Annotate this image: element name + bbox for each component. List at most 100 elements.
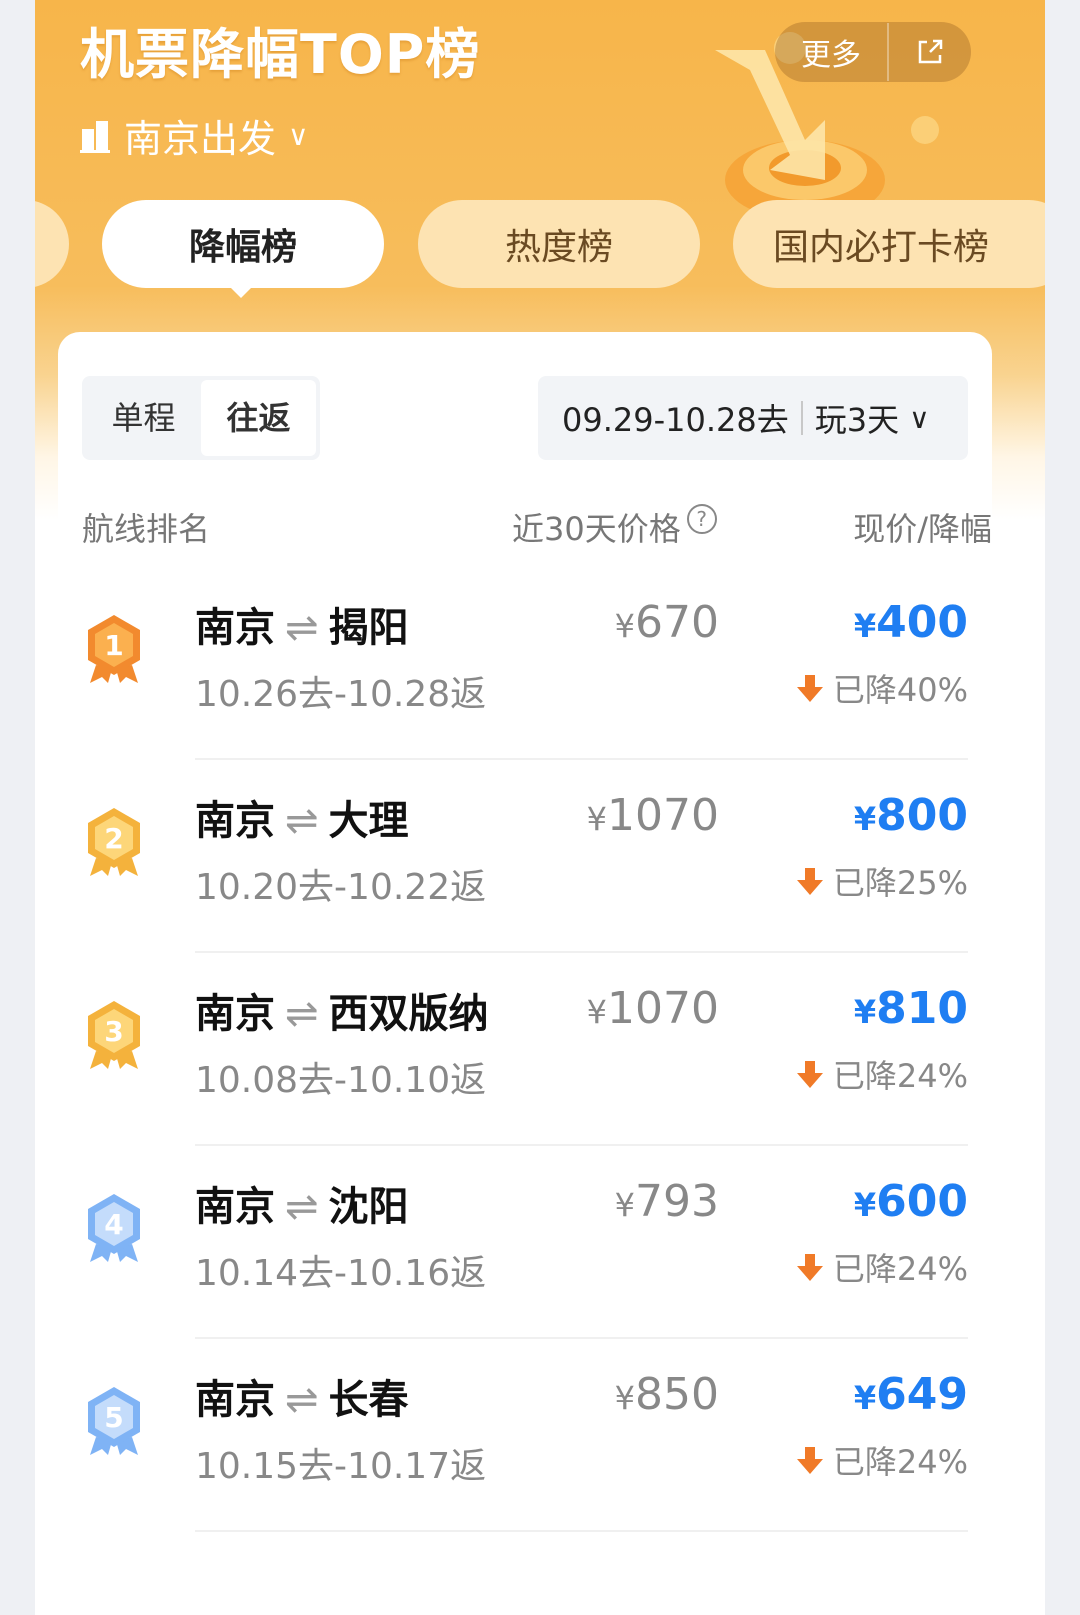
- trip-one-way-option[interactable]: 单程: [86, 380, 201, 456]
- route-name: 南京 ⇌ 沈阳: [195, 1174, 409, 1232]
- trip-round-trip-option[interactable]: 往返: [201, 380, 316, 456]
- route-destination: 西双版纳: [328, 991, 489, 1037]
- trip-duration-label: 玩3天: [814, 401, 900, 439]
- down-arrow-icon: [796, 1061, 823, 1088]
- route-30day-price-value: 670: [635, 597, 719, 648]
- route-price-drop-label: 已降24%: [832, 1443, 968, 1481]
- ranking-tabs: 降幅榜 热度榜 国内必打卡榜: [35, 200, 1045, 290]
- help-icon[interactable]: ?: [686, 504, 717, 534]
- down-arrow-icon: [796, 675, 823, 702]
- date-range-label: 09.29-10.28去: [562, 401, 789, 439]
- route-current-price-value: 810: [876, 983, 968, 1034]
- yen-symbol: ¥: [853, 800, 877, 838]
- tab-popularity[interactable]: 热度榜: [418, 200, 700, 288]
- route-current-price: ¥649: [854, 1369, 968, 1420]
- route-destination: 大理: [328, 798, 409, 844]
- route-30day-price-value: 850: [635, 1369, 719, 1420]
- route-price-drop: 已降24%: [796, 1051, 968, 1097]
- rank-number: 3: [104, 1015, 123, 1048]
- rank-medal-icon: 4: [88, 1194, 140, 1262]
- share-icon: [918, 39, 943, 64]
- yen-symbol: ¥: [586, 993, 608, 1031]
- route-30day-price-value: 1070: [607, 983, 719, 1034]
- route-origin: 南京: [195, 798, 275, 844]
- route-current-price: ¥600: [854, 1176, 968, 1227]
- route-30day-price-value: 793: [635, 1176, 719, 1227]
- tab-price-drop[interactable]: 降幅榜: [102, 200, 384, 288]
- tab-must-visit[interactable]: 国内必打卡榜: [733, 200, 1045, 288]
- route-dates: 10.20去-10.22返: [195, 867, 487, 908]
- route-current-price-value: 400: [876, 597, 968, 648]
- column-history-label: 近30天价格: [512, 510, 681, 548]
- rank-number: 5: [104, 1401, 123, 1434]
- yen-symbol: ¥: [853, 1186, 877, 1224]
- down-arrow-icon: [796, 1254, 823, 1281]
- yen-symbol: ¥: [614, 1379, 636, 1417]
- route-dates: 10.15去-10.17返: [195, 1446, 487, 1487]
- round-trip-arrow-icon: ⇌: [285, 991, 319, 1037]
- yen-symbol: ¥: [853, 607, 877, 645]
- route-origin: 南京: [195, 1184, 275, 1230]
- route-dates: 10.08去-10.10返: [195, 1060, 487, 1101]
- route-price-drop-label: 已降25%: [832, 864, 968, 902]
- route-30day-price: ¥670: [615, 597, 719, 648]
- ranking-panel: 单程 往返 09.29-10.28去 玩3天 ∨ 航线排名 近30天价格? 现价…: [58, 332, 992, 1615]
- yen-symbol: ¥: [586, 800, 608, 838]
- route-destination: 沈阳: [328, 1184, 409, 1230]
- route-row[interactable]: 4 南京 ⇌ 沈阳 10.14去-10.16返 ¥793 ¥600 已降24%: [58, 1146, 992, 1339]
- round-trip-arrow-icon: ⇌: [285, 798, 319, 844]
- chevron-down-icon: ∨: [288, 119, 309, 152]
- route-current-price: ¥810: [854, 983, 968, 1034]
- route-dates: 10.14去-10.16返: [195, 1253, 487, 1294]
- route-current-price-value: 800: [876, 790, 968, 841]
- departure-city-label: 南京出发: [124, 117, 277, 161]
- route-price-drop-label: 已降40%: [832, 671, 968, 709]
- route-price-drop-label: 已降24%: [832, 1057, 968, 1095]
- rank-medal-icon: 2: [88, 808, 140, 876]
- route-30day-price: ¥850: [615, 1369, 719, 1420]
- yen-symbol: ¥: [614, 1186, 636, 1224]
- route-row[interactable]: 5 南京 ⇌ 长春 10.15去-10.17返 ¥850 ¥649 已降24%: [58, 1339, 992, 1532]
- route-name: 南京 ⇌ 揭阳: [195, 595, 409, 653]
- round-trip-arrow-icon: ⇌: [285, 1377, 319, 1423]
- route-origin: 南京: [195, 1377, 275, 1423]
- share-button[interactable]: [889, 37, 971, 67]
- route-price-drop: 已降24%: [796, 1244, 968, 1290]
- column-current-header: 现价/降幅: [853, 510, 992, 548]
- route-row[interactable]: 2 南京 ⇌ 大理 10.20去-10.22返 ¥1070 ¥800 已降25%: [58, 760, 992, 953]
- down-arrow-icon: [796, 1447, 823, 1474]
- yen-symbol: ¥: [853, 1379, 877, 1417]
- route-name: 南京 ⇌ 西双版纳: [195, 981, 489, 1039]
- route-price-drop: 已降25%: [796, 858, 968, 904]
- route-origin: 南京: [195, 605, 275, 651]
- route-30day-price: ¥1070: [587, 983, 719, 1034]
- more-button[interactable]: 更多: [775, 30, 887, 74]
- rank-number: 4: [104, 1208, 123, 1241]
- building-icon: [80, 120, 110, 153]
- rank-medal-icon: 3: [88, 1001, 140, 1069]
- route-30day-price: ¥793: [615, 1176, 719, 1227]
- route-30day-price-value: 1070: [607, 790, 719, 841]
- column-rank-header: 航线排名: [82, 510, 211, 548]
- route-destination: 揭阳: [328, 605, 409, 651]
- route-dates: 10.26去-10.28返: [195, 674, 487, 715]
- route-row[interactable]: 1 南京 ⇌ 揭阳 10.26去-10.28返 ¥670 ¥400 已降40%: [58, 567, 992, 760]
- route-current-price: ¥400: [854, 597, 968, 648]
- tab-offscreen[interactable]: [35, 200, 69, 288]
- route-price-drop-label: 已降24%: [832, 1250, 968, 1288]
- page: 机票降幅TOP榜 南京出发 ∨ 更多 降幅榜 热度榜 国内必打卡榜 单程 往返: [35, 0, 1045, 1615]
- row-divider: [195, 1530, 968, 1532]
- trip-type-toggle: 单程 往返: [82, 376, 320, 460]
- route-current-price-value: 600: [876, 1176, 968, 1227]
- rank-number: 1: [104, 629, 123, 662]
- route-destination: 长春: [328, 1377, 409, 1423]
- route-price-drop: 已降40%: [796, 665, 968, 711]
- route-30day-price: ¥1070: [587, 790, 719, 841]
- departure-city-selector[interactable]: 南京出发 ∨: [80, 108, 309, 163]
- header-actions: 更多: [775, 22, 971, 82]
- route-name: 南京 ⇌ 大理: [195, 788, 409, 846]
- route-row[interactable]: 3 南京 ⇌ 西双版纳 10.08去-10.10返 ¥1070 ¥810 已降24%: [58, 953, 992, 1146]
- down-arrow-icon: [796, 868, 823, 895]
- date-filter-selector[interactable]: 09.29-10.28去 玩3天 ∨: [538, 376, 968, 460]
- page-title: 机票降幅TOP榜: [80, 23, 481, 86]
